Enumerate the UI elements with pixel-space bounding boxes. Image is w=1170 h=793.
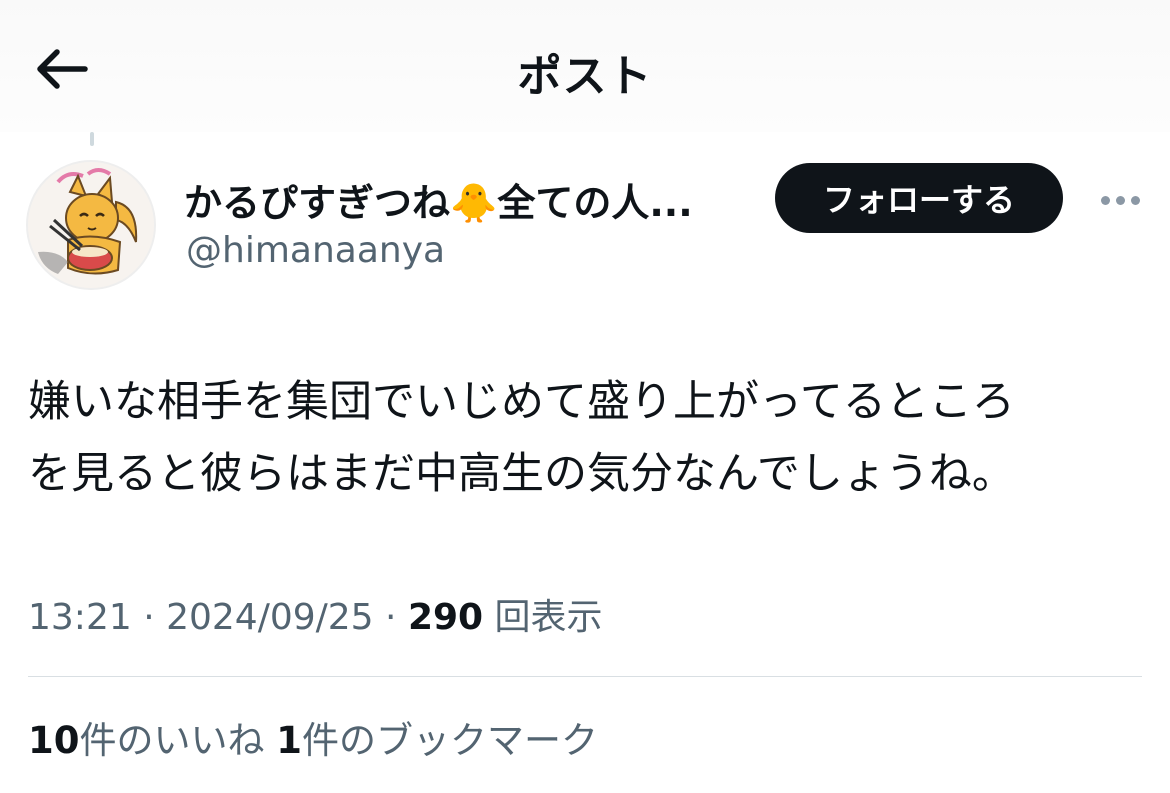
more-options-button[interactable]	[1090, 180, 1150, 220]
tweet-line: 嫌いな相手を集団でいじめて盛り上がってるところ	[28, 377, 1015, 427]
bookmarks-stat[interactable]: 1件のブックマーク	[276, 719, 598, 762]
display-name-suffix: 全ての人...	[497, 181, 693, 225]
more-dot-icon	[1100, 195, 1110, 205]
more-dot-icon	[1130, 195, 1140, 205]
likes-count: 10	[28, 719, 80, 762]
likes-stat[interactable]: 10件のいいね	[28, 719, 265, 762]
user-handle[interactable]: @himanaanya	[186, 230, 445, 271]
chick-emoji: 🐥	[450, 181, 498, 225]
likes-label: 件のいいね	[79, 719, 265, 762]
tweet-time[interactable]: 13:21	[28, 597, 132, 638]
tweet-line: を見ると彼らはまだ中高生の気分なんでしょうね。	[28, 449, 1015, 499]
tweet-meta: 13:21 · 2024/09/25 · 290 回表示	[28, 588, 603, 640]
fox-avatar-icon	[28, 162, 154, 288]
tweet-body: 嫌いな相手を集団でいじめて盛り上がってるところ を見ると彼らはまだ中高生の気分な…	[28, 366, 1148, 510]
follow-button[interactable]: フォローする	[775, 163, 1063, 233]
more-dot-icon	[1115, 195, 1125, 205]
separator-dot: ·	[143, 597, 167, 638]
bookmarks-count: 1	[276, 719, 303, 762]
display-name[interactable]: かるぴすぎつね🐥全ての人...	[184, 172, 764, 227]
views-count: 290	[407, 597, 484, 638]
bookmarks-label: 件のブックマーク	[302, 719, 599, 762]
top-bar: ポスト	[0, 0, 1170, 132]
engagement-stats: 10件のいいね 1件のブックマーク	[28, 710, 598, 764]
avatar[interactable]	[26, 160, 156, 290]
thread-connector-line	[90, 132, 94, 146]
tweet-date[interactable]: 2024/09/25	[166, 597, 374, 638]
page-title: ポスト	[517, 51, 653, 102]
display-name-text: かるぴすぎつね	[184, 181, 451, 225]
views-label: 回表示	[494, 597, 603, 638]
divider	[28, 676, 1142, 677]
separator-dot: ·	[385, 597, 408, 638]
